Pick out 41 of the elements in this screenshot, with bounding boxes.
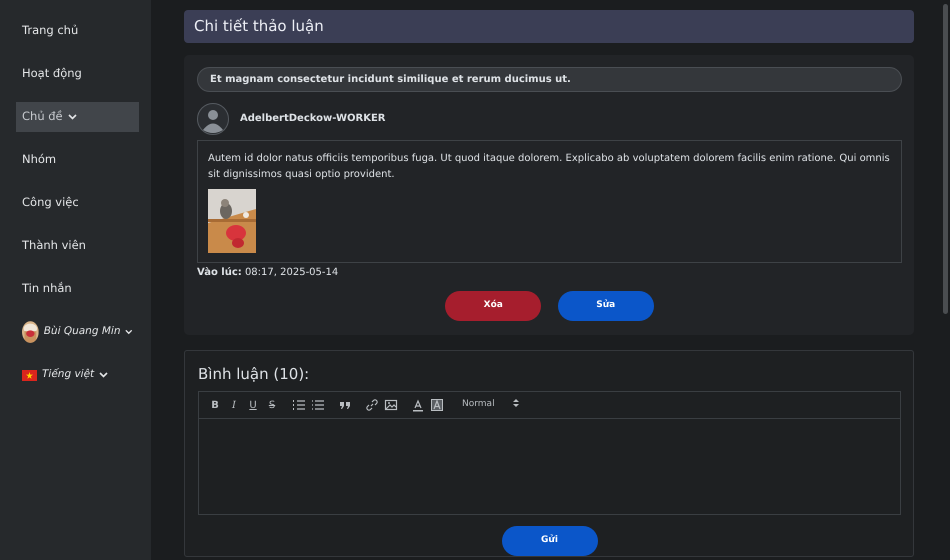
flag-icon bbox=[22, 370, 37, 380]
user-name: Bùi Quang Min bbox=[44, 324, 120, 340]
sidebar-item[interactable]: Chủ đề bbox=[16, 102, 139, 132]
page-header: Chi tiết thảo luận bbox=[184, 10, 914, 42]
link-button[interactable] bbox=[364, 397, 380, 413]
text-color-icon bbox=[411, 398, 425, 412]
comment-heading: Bình luận (10): bbox=[198, 364, 310, 384]
link-icon bbox=[365, 398, 379, 412]
sidebar-item[interactable]: Trang chủ bbox=[16, 16, 139, 46]
sort-icon bbox=[512, 398, 519, 408]
strike-button[interactable]: S bbox=[264, 397, 280, 413]
highlight-icon bbox=[430, 398, 444, 412]
background-button[interactable] bbox=[429, 397, 445, 413]
bold-button[interactable]: B bbox=[207, 397, 223, 413]
scrollbar-thumb[interactable] bbox=[943, 4, 948, 314]
sidebar-item[interactable]: Thành viên bbox=[16, 231, 139, 261]
author-name: AdelbertDeckow-WORKER bbox=[240, 112, 386, 126]
post-text: Autem id dolor natus officiis temporibus fuga. Ut quod itaque dolorem. Explicabo ab voluptatem dolorem facilis enim ratione. Qui omnis sit dignissimos quasi optio provident. bbox=[208, 152, 891, 182]
post-time: Vào lúc: 08:17, 2025-05-14 bbox=[197, 266, 340, 280]
user-menu[interactable]: Bùi Quang Min bbox=[16, 317, 139, 347]
underline-button[interactable]: U bbox=[245, 397, 261, 413]
language-name: Tiếng việt bbox=[42, 367, 94, 382]
delete-button[interactable]: Xóa bbox=[445, 290, 542, 320]
avatar-icon bbox=[197, 102, 229, 134]
color-button[interactable] bbox=[410, 397, 426, 413]
sidebar-item[interactable]: Nhóm bbox=[16, 145, 139, 175]
italic-button[interactable]: I bbox=[226, 397, 242, 413]
sidebar-item[interactable]: Tin nhắn bbox=[16, 274, 139, 304]
language-menu[interactable]: Tiếng việt bbox=[16, 360, 139, 390]
send-button[interactable]: Gửi bbox=[502, 526, 598, 556]
ordered-list-icon bbox=[292, 398, 306, 412]
image-icon bbox=[384, 398, 398, 412]
sidebar-item[interactable]: Công việc bbox=[16, 188, 139, 218]
edit-button[interactable]: Sửa bbox=[558, 290, 654, 320]
sidebar-item[interactable]: Hoạt động bbox=[16, 59, 139, 89]
post-title: Et magnam consectetur incidunt similique et rerum ducimus ut. bbox=[197, 66, 902, 92]
bullet-list-icon bbox=[311, 398, 325, 412]
format-select[interactable]: Normal bbox=[462, 398, 519, 412]
menu-label: Chủ đề bbox=[22, 108, 63, 126]
ordered-list-button[interactable] bbox=[291, 397, 307, 413]
image-button[interactable] bbox=[383, 397, 399, 413]
